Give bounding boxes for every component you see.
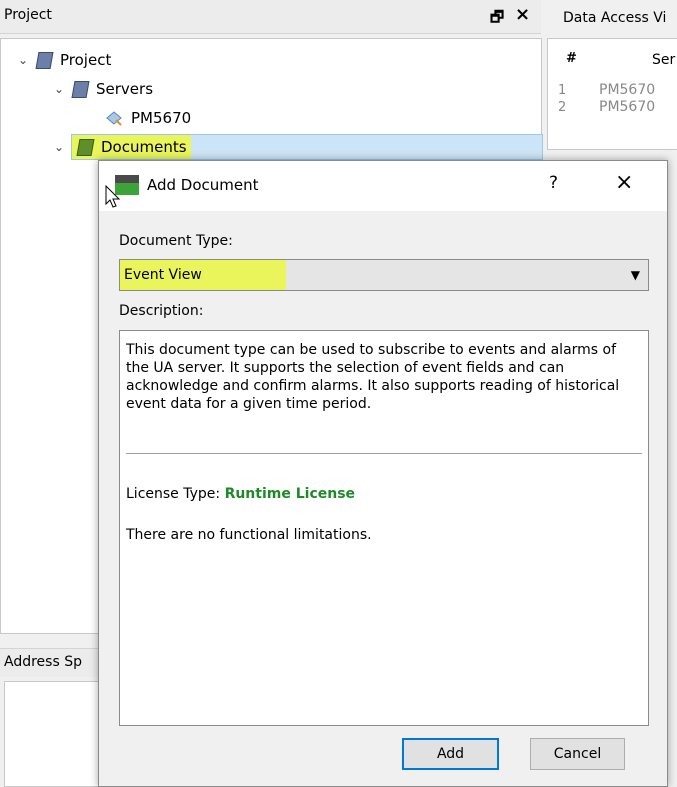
row-server[interactable]: PM5670	[599, 82, 655, 98]
description-box: This document type can be used to subscr…	[119, 330, 649, 726]
tree-item-label: Documents	[101, 138, 187, 156]
documents-folder-icon	[76, 138, 95, 156]
tree-item-label: Servers	[96, 80, 154, 98]
highlight: Documents	[72, 135, 191, 159]
tree-item-label: Project	[60, 51, 112, 69]
tree-item-label: PM5670	[131, 109, 192, 127]
help-button[interactable]: ?	[549, 173, 558, 193]
dialog-title-bar[interactable]: Add Document ? ×	[99, 161, 667, 211]
column-header-server[interactable]: Ser	[652, 52, 675, 68]
license-value: Runtime License	[224, 486, 356, 502]
row-number: 1	[558, 83, 567, 98]
data-access-tab[interactable]: Data Access Vi	[563, 10, 666, 26]
description-text: This document type can be used to subscr…	[126, 342, 620, 412]
mouse-cursor-icon	[105, 185, 121, 208]
project-panel-header: Project 🗗 ×	[0, 0, 541, 34]
dialog-title: Add Document	[147, 176, 259, 194]
divider	[126, 453, 642, 454]
tree-item-documents[interactable]: ⌄ Documents	[51, 134, 543, 160]
chevron-down-icon[interactable]: ⌄	[51, 140, 67, 154]
limitations-text: There are no functional limitations.	[126, 527, 372, 543]
project-panel-title: Project	[4, 7, 52, 23]
row-number: 2	[558, 100, 567, 115]
license-label: License Type:	[126, 486, 221, 502]
address-space-header: Address Sp	[0, 648, 110, 677]
description-label: Description:	[119, 303, 204, 319]
tree-item-project[interactable]: ⌄ Project	[15, 48, 111, 72]
chevron-down-icon[interactable]: ⌄	[51, 82, 67, 96]
document-type-label: Document Type:	[119, 233, 233, 249]
tree-item-servers[interactable]: ⌄ Servers	[51, 77, 153, 101]
tree-item-pm5670[interactable]: PM5670	[99, 106, 191, 130]
pin-icon[interactable]: 🗗	[490, 7, 504, 32]
document-type-select[interactable]: Event View ▼	[119, 259, 649, 291]
add-document-dialog: Add Document ? × Document Type: Event Vi…	[98, 160, 668, 787]
license-line: License Type: Runtime License	[126, 486, 355, 502]
folder-icon	[71, 80, 90, 98]
selected-row[interactable]: Documents	[71, 134, 543, 160]
row-server[interactable]: PM5670	[599, 99, 655, 115]
add-button[interactable]: Add	[402, 738, 499, 770]
close-icon[interactable]: ×	[515, 4, 530, 25]
address-space-tree[interactable]	[4, 681, 102, 787]
column-header-number[interactable]: #	[566, 51, 577, 66]
server-icon	[106, 111, 122, 126]
document-type-value: Event View	[120, 260, 286, 290]
cancel-button[interactable]: Cancel	[530, 738, 625, 770]
project-icon	[35, 51, 54, 69]
data-access-table[interactable]: # Ser 1 PM5670 2 PM5670	[547, 38, 677, 150]
address-space-panel: Address Sp	[0, 648, 110, 787]
chevron-down-icon[interactable]: ▼	[631, 268, 640, 282]
close-button[interactable]: ×	[615, 170, 633, 195]
address-space-title: Address Sp	[4, 654, 82, 670]
chevron-down-icon[interactable]: ⌄	[15, 53, 31, 67]
